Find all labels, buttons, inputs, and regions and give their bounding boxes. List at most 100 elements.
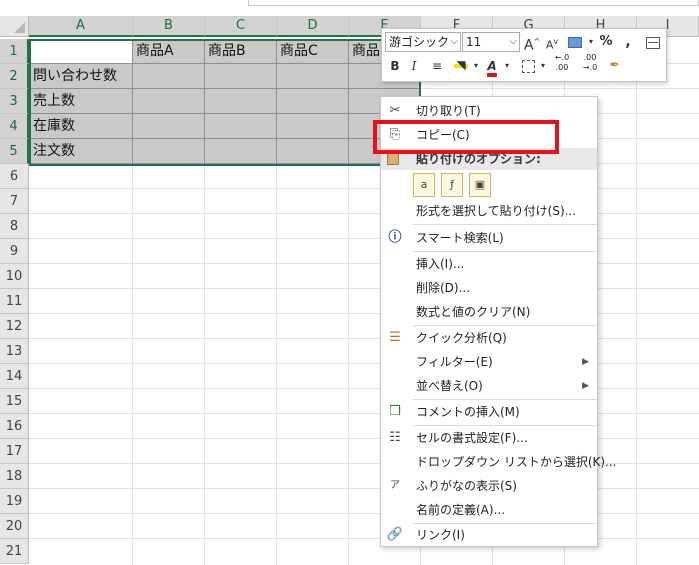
percent-style-button[interactable]: % — [598, 32, 614, 52]
row-header-3[interactable]: 3 — [0, 89, 29, 114]
cell-b1[interactable]: 商品A — [133, 39, 205, 64]
cell-c4[interactable] — [205, 114, 277, 139]
fill-color-button[interactable]: ◥ — [452, 56, 470, 76]
italic-button[interactable]: I — [408, 56, 420, 76]
menu-item-link[interactable]: 🔗 リンク(I) — [381, 523, 597, 547]
comma-style-button[interactable]: , — [622, 32, 634, 52]
cell-b4[interactable] — [133, 114, 205, 139]
row-header-17[interactable]: 17 — [0, 439, 29, 464]
menu-item-label: 形式を選択して貼り付け(S)... — [416, 204, 577, 218]
row-header-2[interactable]: 2 — [0, 64, 29, 89]
row-header-21[interactable]: 21 — [0, 539, 29, 564]
cell-c3[interactable] — [205, 89, 277, 114]
menu-item-cut[interactable]: ✂ 切り取り(T) — [381, 99, 597, 123]
font-color-button[interactable]: A — [483, 56, 501, 77]
cell-b3[interactable] — [133, 89, 205, 114]
menu-item-phonetic[interactable]: ア ふりがなの表示(S) — [381, 474, 597, 498]
merge-center-button[interactable] — [644, 32, 662, 52]
cell-c2[interactable] — [205, 64, 277, 89]
select-all-button[interactable] — [0, 16, 29, 37]
row-header-11[interactable]: 11 — [0, 289, 29, 314]
menu-item-clear-contents[interactable]: 数式と値のクリア(N) — [381, 300, 597, 324]
formula-bar[interactable] — [248, 0, 699, 6]
menu-item-pick-from-list[interactable]: ドロップダウン リストから選択(K)... — [381, 450, 617, 474]
row-header-6[interactable]: 6 — [0, 164, 29, 189]
menu-item-filter[interactable]: フィルター(E) ▶ — [381, 350, 597, 374]
cell-a5[interactable]: 注文数 — [30, 139, 133, 164]
row-header-9[interactable]: 9 — [0, 239, 29, 264]
menu-item-paste-special[interactable]: 形式を選択して貼り付け(S)... — [381, 199, 597, 223]
paste-picture-icon[interactable]: ▣ — [469, 173, 491, 197]
mini-toolbar: 游ゴシック ⌵ 11 ⌵ A^ Av ▾ % , B I ≡ ◥ ▾ A ▾ ▾… — [381, 28, 667, 82]
format-painter-button[interactable]: ✒ — [606, 56, 624, 76]
chevron-down-icon[interactable]: ▾ — [539, 56, 547, 76]
cell-a4[interactable]: 在庫数 — [30, 114, 133, 139]
column-header-a[interactable]: A — [29, 16, 133, 37]
row-header-19[interactable]: 19 — [0, 489, 29, 514]
menu-item-copy[interactable]: ⎘ コピー(C) — [381, 123, 597, 147]
cell-b2[interactable] — [133, 64, 205, 89]
cell-a2[interactable]: 問い合わせ数 — [30, 64, 133, 89]
row-header-20[interactable]: 20 — [0, 514, 29, 539]
chevron-down-icon: ⌵ — [450, 36, 458, 47]
gridline — [29, 238, 699, 239]
column-header-c[interactable]: C — [205, 16, 277, 37]
row-header-4[interactable]: 4 — [0, 114, 29, 139]
cell-c1[interactable]: 商品B — [205, 39, 277, 64]
align-center-button[interactable]: ≡ — [429, 56, 445, 76]
row-header-8[interactable]: 8 — [0, 214, 29, 239]
column-header-d[interactable]: D — [277, 16, 349, 37]
bold-button[interactable]: B — [387, 56, 403, 76]
link-icon: 🔗 — [386, 527, 404, 542]
gridline — [29, 263, 699, 264]
gridline — [29, 338, 699, 339]
menu-item-delete[interactable]: 削除(D)... — [381, 276, 597, 300]
menu-item-label: クイック分析(Q) — [416, 331, 507, 345]
row-header-10[interactable]: 10 — [0, 264, 29, 289]
cell-d1[interactable]: 商品C — [277, 39, 349, 64]
row-header-18[interactable]: 18 — [0, 464, 29, 489]
row-header-12[interactable]: 12 — [0, 314, 29, 339]
row-header-13[interactable]: 13 — [0, 339, 29, 364]
menu-item-sort[interactable]: 並べ替え(O) ▶ — [381, 374, 597, 398]
font-size-box[interactable]: 11 ⌵ — [462, 32, 520, 52]
row-header-7[interactable]: 7 — [0, 189, 29, 214]
menu-item-define-name[interactable]: 名前の定義(A)... — [381, 498, 597, 522]
decrease-decimal-button[interactable]: .00 →.0 — [578, 53, 602, 73]
increase-decimal-button[interactable]: ←.0 .00 — [550, 53, 574, 73]
font-name-box[interactable]: 游ゴシック ⌵ — [385, 32, 461, 52]
row-header-1[interactable]: 1 — [0, 39, 29, 64]
paste-formulas-icon[interactable]: ƒ — [441, 173, 463, 197]
menu-item-insert-comment[interactable]: ❒ コメントの挿入(M) — [381, 400, 597, 424]
row-header-15[interactable]: 15 — [0, 389, 29, 414]
chevron-down-icon[interactable]: ▾ — [587, 32, 595, 52]
phonetic-icon: ア — [390, 480, 400, 491]
cell-d3[interactable] — [277, 89, 349, 114]
context-menu: ✂ 切り取り(T) ⎘ コピー(C) 貼り付けのオプション: a ƒ ▣ 形式を… — [380, 96, 617, 547]
cell-b5[interactable] — [133, 139, 205, 164]
menu-item-quick-analysis[interactable]: ☰ クイック分析(Q) — [381, 326, 597, 350]
row-header-16[interactable]: 16 — [0, 414, 29, 439]
grow-font-button[interactable]: A^ — [524, 32, 540, 54]
borders-button[interactable] — [519, 56, 537, 76]
cell-c5[interactable] — [205, 139, 277, 164]
menu-item-smart-lookup[interactable]: ⓘ スマート検索(L) — [381, 226, 597, 250]
cell-d4[interactable] — [277, 114, 349, 139]
chevron-down-icon[interactable]: ▾ — [503, 56, 511, 76]
cell-a3[interactable]: 売上数 — [30, 89, 133, 114]
merge-cells-icon — [646, 36, 660, 49]
cell-d2[interactable] — [277, 64, 349, 89]
gridline — [29, 313, 699, 314]
column-header-b[interactable]: B — [133, 16, 205, 37]
row-header-14[interactable]: 14 — [0, 364, 29, 389]
number-format-button[interactable] — [564, 32, 586, 52]
cell-a1[interactable] — [30, 39, 133, 64]
menu-item-insert[interactable]: 挿入(I)... — [381, 252, 597, 276]
cell-d5[interactable] — [277, 139, 349, 164]
currency-icon — [568, 37, 582, 48]
paste-values-icon[interactable]: a — [413, 173, 435, 197]
menu-item-format-cells[interactable]: ☷ セルの書式設定(F)... — [381, 426, 597, 450]
chevron-down-icon[interactable]: ▾ — [472, 56, 480, 76]
row-header-5[interactable]: 5 — [0, 139, 29, 164]
shrink-font-button[interactable]: Av — [544, 32, 560, 52]
